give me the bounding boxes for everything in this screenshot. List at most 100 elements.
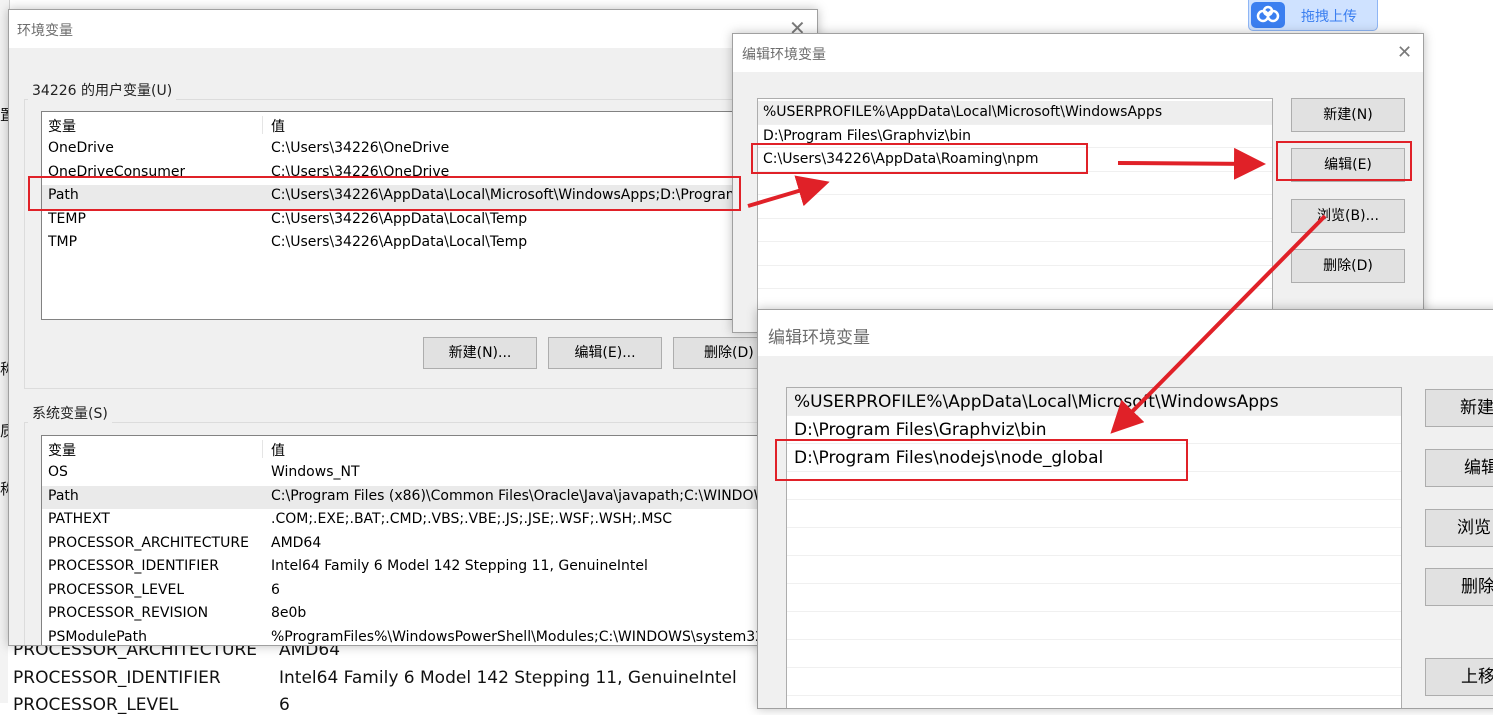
bg-variable-list: PROCESSOR_ARCHITECTURE AMD64 PROCESSOR_I… bbox=[8, 640, 753, 715]
path-entry-empty[interactable] bbox=[758, 242, 1272, 266]
edit1-browse-button[interactable]: 浏览(B)... bbox=[1291, 199, 1405, 233]
edit1-new-button[interactable]: 新建(N) bbox=[1291, 98, 1405, 132]
column-divider[interactable] bbox=[262, 116, 263, 134]
var-name: PROCESSOR_ARCHITECTURE bbox=[48, 534, 249, 551]
edit2-browse-button[interactable]: 浏览 bbox=[1425, 509, 1493, 547]
path-entry[interactable]: D:\Program Files\nodejs\node_global bbox=[787, 444, 1401, 472]
path-entry-empty[interactable] bbox=[787, 472, 1401, 500]
path-entry-text: %USERPROFILE%\AppData\Local\Microsoft\Wi… bbox=[794, 392, 1279, 412]
table-header: 变量 值 bbox=[42, 438, 817, 462]
table-row[interactable]: OS Windows_NT bbox=[42, 462, 817, 486]
user-new-button[interactable]: 新建(N)... bbox=[423, 337, 537, 369]
bg-row-name: PROCESSOR_LEVEL bbox=[13, 695, 179, 715]
bg-row-value: 6 bbox=[279, 695, 290, 715]
column-header-value[interactable]: 值 bbox=[271, 116, 285, 136]
user-vars-table: 变量 值 OneDrive C:\Users\34226\OneDrive On… bbox=[41, 111, 817, 320]
path-entry-empty[interactable] bbox=[758, 172, 1272, 195]
path-entry[interactable]: D:\Program Files\Graphviz\bin bbox=[758, 125, 1272, 148]
var-value: 8e0b bbox=[271, 605, 307, 621]
path-entry[interactable]: %USERPROFILE%\AppData\Local\Microsoft\Wi… bbox=[758, 101, 1272, 125]
edit-dialog-2-path-list: %USERPROFILE%\AppData\Local\Microsoft\Wi… bbox=[786, 387, 1402, 708]
edit-dialog-2-titlebar: 编辑环境变量 bbox=[758, 310, 1493, 356]
var-value: C:\Program Files (x86)\Common Files\Orac… bbox=[271, 487, 777, 504]
var-name: OS bbox=[48, 464, 68, 480]
cloud-icon bbox=[1251, 2, 1285, 28]
var-value: C:\Users\34226\OneDrive bbox=[271, 140, 450, 156]
table-row[interactable]: OneDrive C:\Users\34226\OneDrive bbox=[42, 138, 817, 162]
var-value: AMD64 bbox=[271, 534, 322, 551]
var-name: OneDrive bbox=[48, 140, 114, 156]
var-name: Path bbox=[48, 487, 79, 504]
bg-row-name: PROCESSOR_IDENTIFIER bbox=[13, 668, 221, 688]
column-header-name[interactable]: 变量 bbox=[48, 440, 76, 460]
path-entry-empty[interactable] bbox=[787, 500, 1401, 528]
edit-env-dialog-2: 编辑环境变量 %USERPROFILE%\AppData\Local\Micro… bbox=[757, 309, 1493, 709]
edit-dialog-1-path-list: %USERPROFILE%\AppData\Local\Microsoft\Wi… bbox=[757, 98, 1273, 332]
table-row[interactable]: TEMP C:\Users\34226\AppData\Local\Temp bbox=[42, 209, 817, 233]
path-entry-empty[interactable] bbox=[787, 640, 1401, 668]
var-value: %ProgramFiles%\WindowsPowerShell\Modules… bbox=[271, 628, 765, 645]
edit-env-dialog-1: 编辑环境变量 ✕ %USERPROFILE%\AppData\Local\Mic… bbox=[732, 33, 1424, 333]
var-name: PATHEXT bbox=[48, 511, 110, 527]
path-entry[interactable]: C:\Users\34226\AppData\Roaming\npm bbox=[758, 148, 1272, 172]
table-row[interactable]: PATHEXT .COM;.EXE;.BAT;.CMD;.VBS;.VBE;.J… bbox=[42, 509, 817, 533]
edit2-edit-button[interactable]: 编辑 bbox=[1425, 449, 1493, 487]
table-row[interactable]: PROCESSOR_ARCHITECTURE AMD64 bbox=[42, 533, 817, 557]
table-row[interactable]: PROCESSOR_IDENTIFIER Intel64 Family 6 Mo… bbox=[42, 556, 817, 580]
env-dialog-titlebar: 环境变量 ✕ bbox=[9, 10, 817, 48]
table-row[interactable]: OneDriveConsumer C:\Users\34226\OneDrive bbox=[42, 162, 817, 186]
path-entry-text: D:\Program Files\nodejs\node_global bbox=[794, 448, 1104, 468]
edit2-new-button[interactable]: 新建 bbox=[1425, 389, 1493, 427]
var-value: Windows_NT bbox=[271, 464, 360, 480]
path-entry[interactable]: %USERPROFILE%\AppData\Local\Microsoft\Wi… bbox=[787, 388, 1401, 416]
table-row[interactable]: TMP C:\Users\34226\AppData\Local\Temp bbox=[42, 232, 817, 256]
var-name: TEMP bbox=[48, 210, 86, 227]
var-name: OneDriveConsumer bbox=[48, 163, 186, 180]
table-row[interactable]: PROCESSOR_LEVEL 6 bbox=[42, 580, 817, 604]
user-vars-label: 34226 的用户变量(U) bbox=[28, 80, 177, 100]
edit-dialog-1-title: 编辑环境变量 bbox=[742, 47, 826, 63]
table-row[interactable]: PSModulePath %ProgramFiles%\WindowsPower… bbox=[42, 627, 817, 646]
path-entry-empty[interactable] bbox=[758, 266, 1272, 289]
edit-dialog-2-title: 编辑环境变量 bbox=[768, 328, 870, 348]
column-divider[interactable] bbox=[262, 440, 263, 458]
path-entry-empty[interactable] bbox=[787, 528, 1401, 556]
path-entry-text: C:\Users\34226\AppData\Roaming\npm bbox=[763, 151, 1039, 167]
edit2-move-up-button[interactable]: 上移 bbox=[1425, 658, 1493, 696]
system-vars-table: 变量 值 OS Windows_NT Path C:\Program Files… bbox=[41, 435, 817, 646]
user-edit-button[interactable]: 编辑(E)... bbox=[548, 337, 662, 369]
var-value: 6 bbox=[271, 581, 280, 598]
table-row-selected[interactable]: Path C:\Program Files (x86)\Common Files… bbox=[42, 485, 817, 509]
var-value: .COM;.EXE;.BAT;.CMD;.VBS;.VBE;.JS;.JSE;.… bbox=[271, 511, 673, 527]
var-value: C:\Users\34226\AppData\Local\Temp bbox=[271, 234, 528, 250]
system-vars-label: 系统变量(S) bbox=[28, 403, 112, 423]
var-value: C:\Users\34226\OneDrive bbox=[271, 163, 450, 180]
var-value: Intel64 Family 6 Model 142 Stepping 11, … bbox=[271, 558, 648, 574]
upload-button[interactable]: 拖拽上传 bbox=[1248, 0, 1378, 31]
table-row[interactable]: PROCESSOR_REVISION 8e0b bbox=[42, 603, 817, 627]
var-name: PSModulePath bbox=[48, 628, 147, 645]
column-header-name[interactable]: 变量 bbox=[48, 116, 76, 136]
edit1-edit-button[interactable]: 编辑(E) bbox=[1291, 148, 1405, 182]
table-header: 变量 值 bbox=[42, 114, 817, 138]
path-entry-empty[interactable] bbox=[787, 612, 1401, 640]
env-vars-dialog: 环境变量 ✕ 34226 的用户变量(U) 变量 值 OneDrive C:\U… bbox=[8, 9, 818, 646]
close-icon[interactable]: ✕ bbox=[1397, 42, 1412, 63]
path-entry-empty[interactable] bbox=[787, 668, 1401, 696]
bg-row-value: Intel64 Family 6 Model 142 Stepping 11, … bbox=[279, 668, 737, 688]
var-value: C:\Users\34226\AppData\Local\Temp bbox=[271, 210, 528, 227]
table-row-selected[interactable]: Path C:\Users\34226\AppData\Local\Micros… bbox=[42, 185, 817, 209]
path-entry[interactable]: D:\Program Files\Graphviz\bin bbox=[787, 416, 1401, 444]
path-entry-empty[interactable] bbox=[758, 219, 1272, 242]
path-entry-text: %USERPROFILE%\AppData\Local\Microsoft\Wi… bbox=[763, 104, 1163, 120]
path-entry-empty[interactable] bbox=[787, 584, 1401, 612]
upload-label: 拖拽上传 bbox=[1301, 9, 1357, 25]
env-dialog-title: 环境变量 bbox=[17, 23, 73, 39]
edit-dialog-1-titlebar: 编辑环境变量 ✕ bbox=[733, 34, 1423, 72]
path-entry-empty[interactable] bbox=[787, 556, 1401, 584]
column-header-value[interactable]: 值 bbox=[271, 440, 285, 460]
edit2-delete-button[interactable]: 删除 bbox=[1425, 568, 1493, 606]
edit1-delete-button[interactable]: 删除(D) bbox=[1291, 249, 1405, 283]
path-entry-empty[interactable] bbox=[758, 195, 1272, 219]
var-name: PROCESSOR_REVISION bbox=[48, 605, 209, 621]
